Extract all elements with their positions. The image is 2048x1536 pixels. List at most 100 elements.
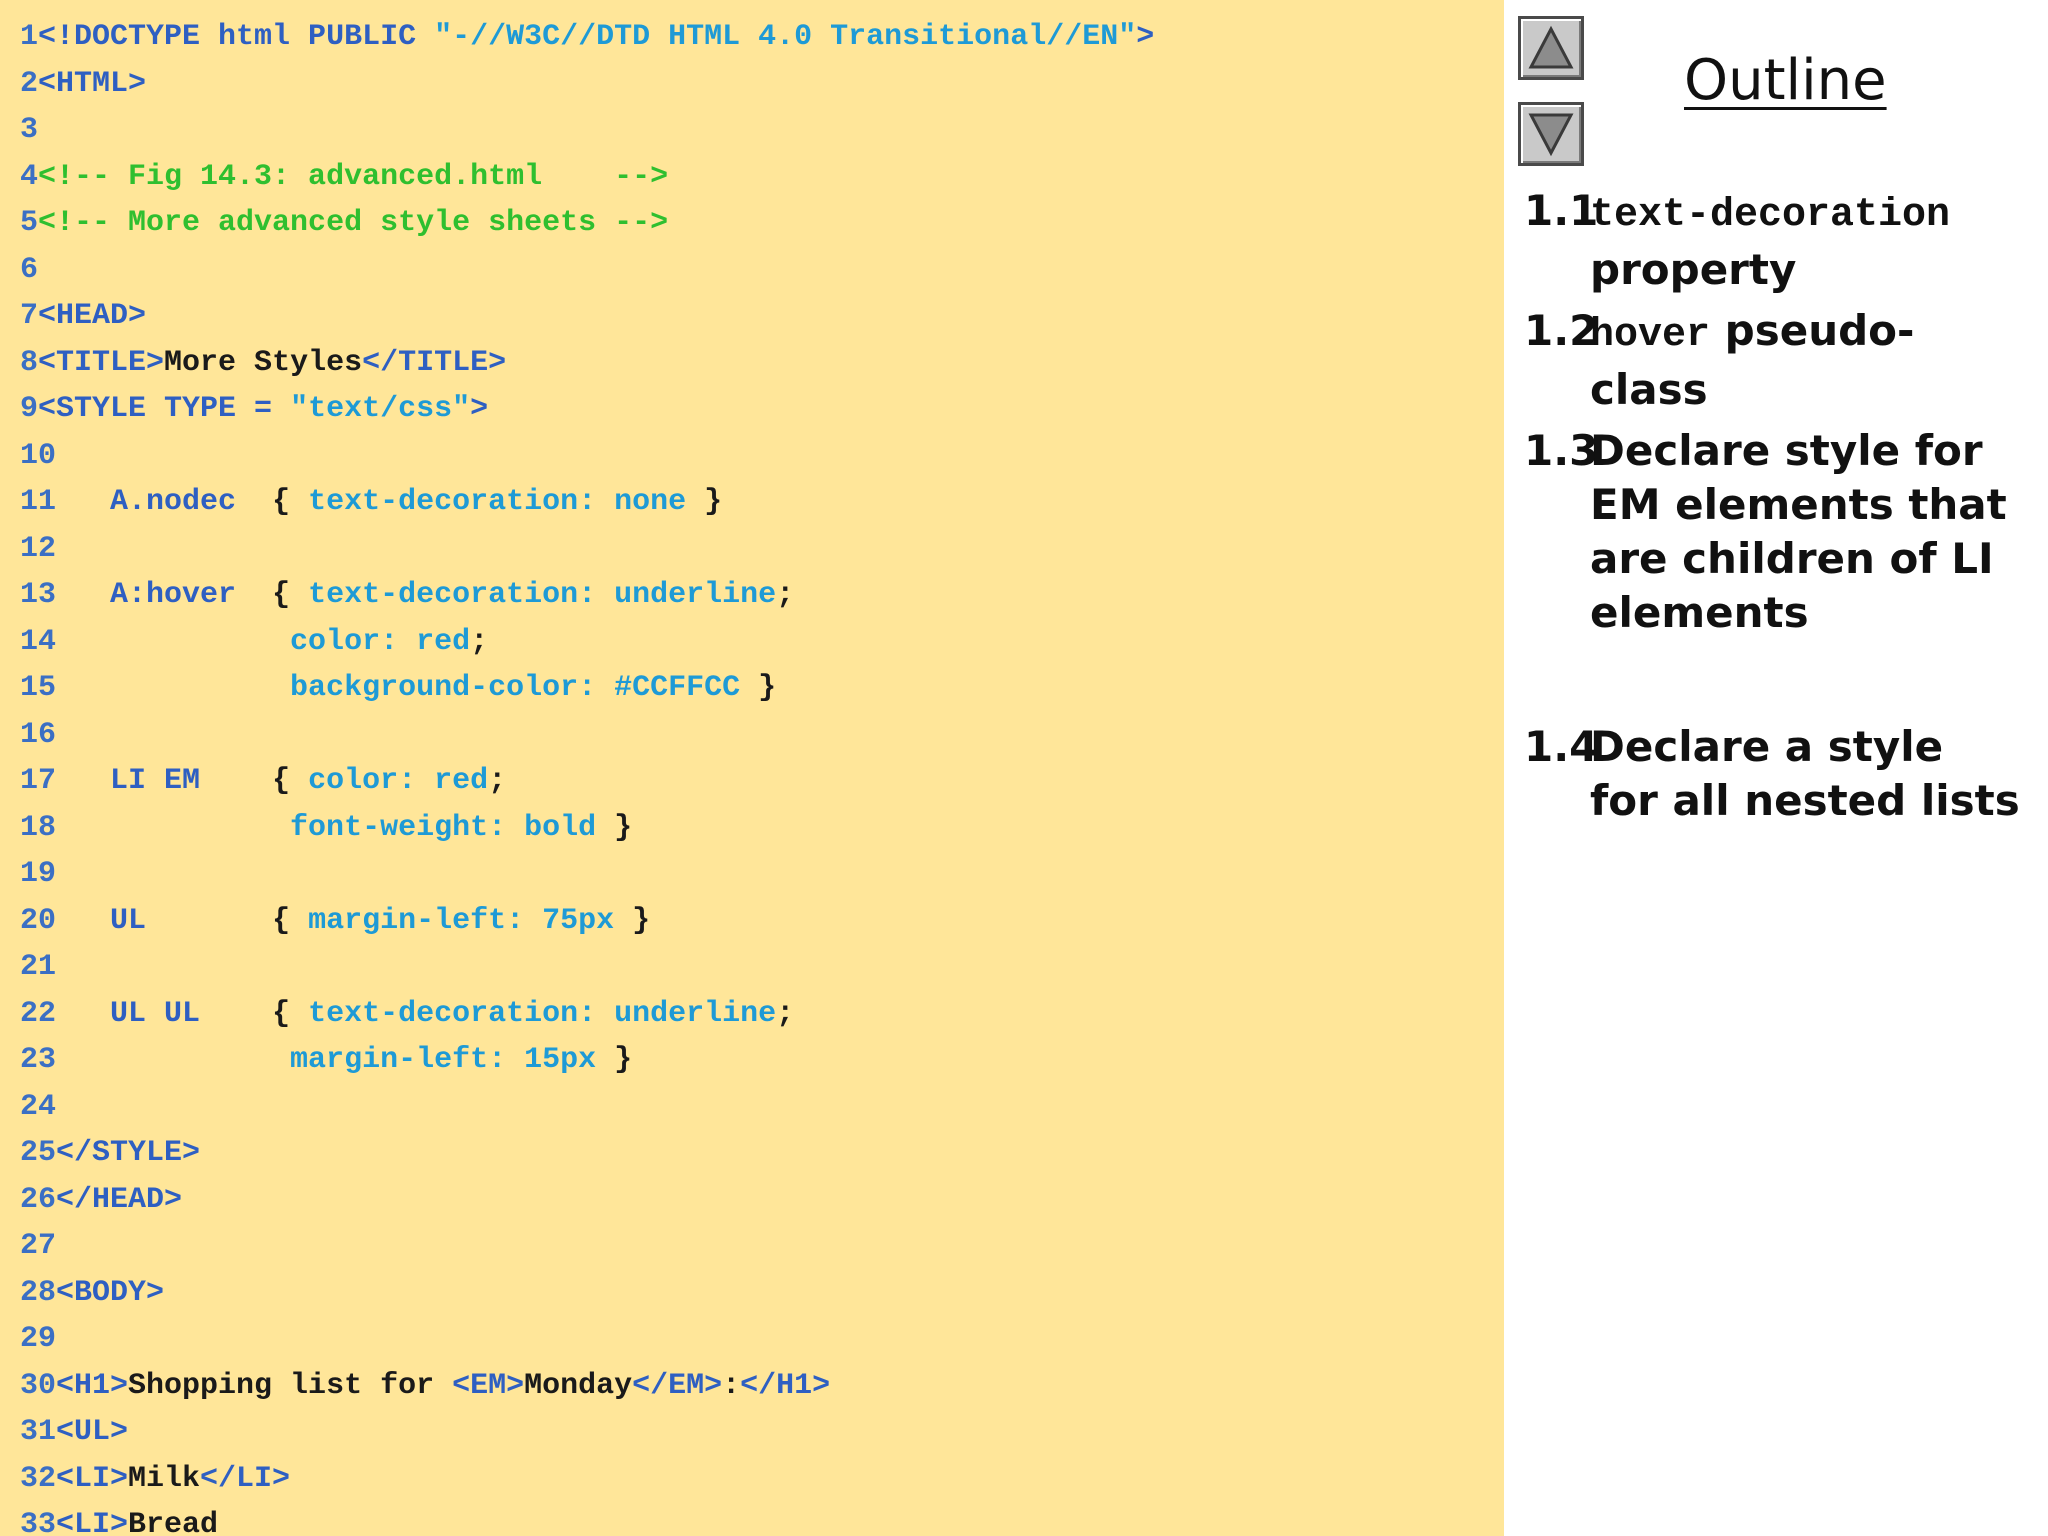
code-line: 20 UL { margin-left: 75px }	[20, 898, 650, 944]
code-token: LI EM	[56, 764, 273, 798]
code-token: UL	[56, 903, 273, 938]
code-token: A:hover	[56, 578, 273, 612]
line-number: 14	[20, 624, 57, 659]
code-line: 12	[20, 526, 56, 572]
code-line: 31<UL>	[20, 1409, 128, 1455]
code-line: 6	[20, 247, 38, 293]
code-line: 14 color: red;	[20, 619, 488, 665]
line-number: 16	[20, 717, 57, 752]
code-line: 3	[20, 107, 38, 153]
code-token: "text/css"	[290, 392, 471, 426]
code-token: }	[740, 671, 777, 705]
code-line: 15 background-color: #CCFFCC }	[20, 665, 776, 711]
code-line: 30<H1>Shopping list for <EM>Monday</EM>:…	[20, 1363, 830, 1409]
code-line: 18 font-weight: bold }	[20, 805, 632, 851]
code-token: <STYLE TYPE =	[38, 392, 291, 426]
outline-item-text: Declare style for EM elements that are c…	[1590, 426, 2007, 637]
line-number: 27	[20, 1229, 57, 1263]
code-token: </STYLE>	[56, 1136, 201, 1170]
line-number: 26	[20, 1182, 57, 1217]
code-token: {	[272, 764, 309, 798]
line-number: 25	[20, 1136, 57, 1170]
line-number: 24	[20, 1089, 57, 1124]
line-number: 29	[20, 1322, 57, 1356]
code-token: background-color: #CCFFCC	[56, 671, 741, 705]
line-number: 10	[20, 438, 57, 473]
line-number: 17	[20, 764, 57, 798]
code-token: <UL>	[56, 1415, 129, 1449]
code-token: ;	[776, 578, 795, 612]
code-token: font-weight: bold	[56, 810, 597, 845]
code-line: 4<!-- Fig 14.3: advanced.html -->	[20, 154, 668, 200]
code-token: :	[722, 1368, 741, 1403]
line-number: 2	[20, 66, 39, 101]
line-number: 9	[20, 392, 39, 426]
code-token: </HEAD>	[56, 1182, 183, 1217]
line-number: 11	[20, 485, 57, 519]
code-token: <H1>	[56, 1368, 129, 1403]
code-token: </H1>	[740, 1368, 831, 1403]
line-number: 28	[20, 1275, 57, 1310]
line-number: 15	[20, 671, 57, 705]
code-token: ;	[470, 624, 489, 659]
code-token: <TITLE>	[38, 345, 165, 380]
outline-item-text: property	[1590, 245, 1797, 294]
line-number: 12	[20, 531, 57, 566]
line-number: 20	[20, 903, 57, 938]
code-listing: 1<!DOCTYPE html PUBLIC "-//W3C//DTD HTML…	[0, 0, 1504, 1536]
line-number: 30	[20, 1368, 57, 1403]
code-line: 22 UL UL { text-decoration: underline;	[20, 991, 794, 1037]
line-number: 31	[20, 1415, 57, 1449]
outline-item-number: 1.2	[1524, 306, 1599, 355]
code-token: <!-- Fig 14.3: advanced.html -->	[38, 159, 669, 194]
code-line: 29	[20, 1316, 56, 1362]
next-slide-button[interactable]	[1518, 102, 1584, 166]
line-number: 8	[20, 345, 39, 380]
code-token: margin-left: 75px	[308, 903, 615, 938]
previous-slide-button[interactable]	[1518, 16, 1584, 80]
code-token: UL UL	[56, 996, 273, 1031]
outline-item-code: text-decoration	[1590, 193, 1951, 238]
code-line: 13 A:hover { text-decoration: underline;	[20, 572, 794, 618]
code-token: {	[272, 903, 309, 938]
line-number: 18	[20, 810, 57, 845]
code-line: 11 A.nodec { text-decoration: none }	[20, 479, 722, 525]
code-token: <HEAD>	[38, 299, 147, 333]
code-token: <!-- More advanced style sheets -->	[38, 206, 669, 240]
code-line: 26</HEAD>	[20, 1177, 182, 1223]
code-token: {	[272, 485, 309, 519]
code-token: </LI>	[200, 1461, 291, 1496]
code-token: ;	[488, 764, 507, 798]
code-token: >	[470, 392, 489, 426]
code-token: </EM>	[632, 1368, 723, 1403]
code-token: <BODY>	[56, 1275, 165, 1310]
line-number: 32	[20, 1461, 57, 1496]
code-line: 16	[20, 712, 56, 758]
code-token: "-//W3C//DTD HTML 4.0 Transitional//EN"	[434, 20, 1137, 54]
line-number: 3	[20, 113, 39, 147]
outline-item-4: 1.4 Declare a style for all nested lists	[1524, 720, 2024, 828]
code-token: {	[272, 996, 309, 1031]
code-line: 17 LI EM { color: red;	[20, 758, 506, 804]
code-line: 9<STYLE TYPE = "text/css">	[20, 386, 488, 432]
triangle-down-icon	[1528, 113, 1574, 157]
outline-item-1: 1.1 text-decoration property	[1524, 184, 2024, 297]
line-number: 5	[20, 206, 39, 240]
line-number: 4	[20, 159, 39, 194]
outline-item-3: 1.3 Declare style for EM elements that a…	[1524, 424, 2024, 640]
line-number: 21	[20, 950, 57, 984]
code-token: Monday	[524, 1368, 633, 1403]
code-token: }	[686, 485, 723, 519]
code-token: </TITLE>	[362, 345, 507, 380]
code-line: 23 margin-left: 15px }	[20, 1037, 632, 1083]
code-token: margin-left: 15px	[56, 1043, 597, 1077]
line-number: 6	[20, 252, 39, 287]
outline-item-text: Declare a style for all nested lists	[1590, 722, 2020, 825]
line-number: 23	[20, 1043, 57, 1077]
code-token: color: red	[308, 764, 489, 798]
code-line: 25</STYLE>	[20, 1130, 200, 1176]
code-line: 21	[20, 944, 56, 990]
code-token: <HTML>	[38, 66, 147, 101]
code-token: A.nodec	[56, 485, 273, 519]
outline-item-number: 1.4	[1524, 722, 1599, 771]
